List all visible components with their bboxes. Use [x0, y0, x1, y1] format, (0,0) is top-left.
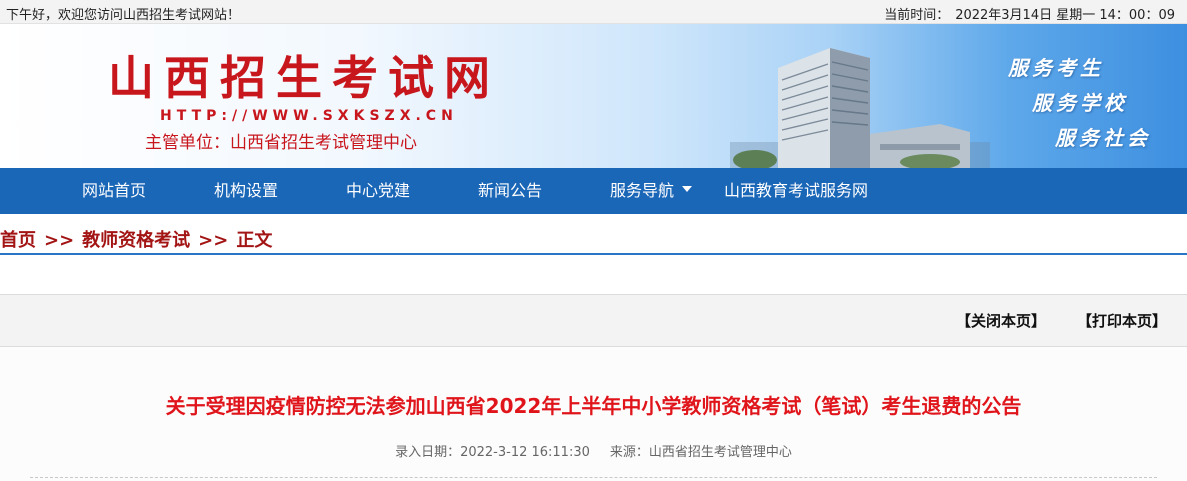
- breadcrumb-divider: [0, 253, 1187, 255]
- nav-service-guide-label: 服务导航: [610, 181, 675, 200]
- breadcrumb-current: 正文: [236, 230, 273, 251]
- site-title: 山西招生考试网: [108, 51, 500, 105]
- nav-organization[interactable]: 机构设置: [214, 168, 278, 214]
- breadcrumb-home[interactable]: 首页: [0, 230, 36, 251]
- slogan-serve-students: 服务考生: [1008, 56, 1104, 80]
- top-info-bar: 下午好，欢迎您访问山西招生考试网站！ 当前时间： 2022年3月14日 星期一 1…: [0, 0, 1187, 24]
- breadcrumb-separator: >>: [44, 230, 75, 251]
- site-subtitle: 主管单位：山西省招生考试管理中心: [145, 133, 417, 153]
- article-toolbar: 【关闭本页】 【打印本页】: [0, 295, 1187, 347]
- slogan-serve-society: 服务社会: [1055, 126, 1151, 150]
- nav-news[interactable]: 新闻公告: [478, 168, 542, 214]
- slogan-serve-schools: 服务学校: [1032, 91, 1128, 115]
- current-time: 当前时间： 2022年3月14日 星期一 14：00：09: [878, 4, 1175, 23]
- building-illustration: [730, 48, 990, 168]
- article-date: 录入日期：2022-3-12 16:11:30: [395, 445, 590, 460]
- site-url: HTTP://WWW.SXKSZX.CN: [160, 108, 458, 124]
- current-time-label: 当前时间：: [884, 8, 950, 23]
- main-nav: 网站首页 机构设置 中心党建 新闻公告 服务导航 山西教育考试服务网: [0, 168, 1187, 214]
- article-title: 关于受理因疫情防控无法参加山西省2022年上半年中小学教师资格考试（笔试）考生退…: [165, 394, 1022, 418]
- nav-service-guide[interactable]: 服务导航: [610, 168, 693, 214]
- current-time-value: 2022年3月14日 星期一 14：00：09: [955, 8, 1175, 23]
- article-panel: 【关闭本页】 【打印本页】 关于受理因疫情防控无法参加山西省2022年上半年中小…: [0, 294, 1187, 481]
- print-page-button[interactable]: 【打印本页】: [1077, 310, 1167, 331]
- nav-home[interactable]: 网站首页: [82, 168, 146, 214]
- close-page-button[interactable]: 【关闭本页】: [956, 310, 1046, 331]
- meta-divider: [30, 477, 1157, 478]
- site-banner: 山西招生考试网 HTTP://WWW.SXKSZX.CN 主管单位：山西省招生考…: [0, 24, 1187, 168]
- article-source: 来源：山西省招生考试管理中心: [609, 445, 792, 460]
- greeting-text: 下午好，欢迎您访问山西招生考试网站！: [6, 8, 241, 23]
- nav-party-building[interactable]: 中心党建: [346, 168, 410, 214]
- chevron-down-icon: [682, 186, 693, 192]
- nav-education-exam-service[interactable]: 山西教育考试服务网: [724, 168, 868, 214]
- breadcrumb-separator: >>: [198, 230, 229, 251]
- breadcrumb: 首页 >> 教师资格考试 >> 正文: [0, 226, 1187, 254]
- article-meta: 录入日期：2022-3-12 16:11:30 来源：山西省招生考试管理中心: [0, 441, 1187, 460]
- breadcrumb-teacher-exam[interactable]: 教师资格考试: [82, 230, 190, 251]
